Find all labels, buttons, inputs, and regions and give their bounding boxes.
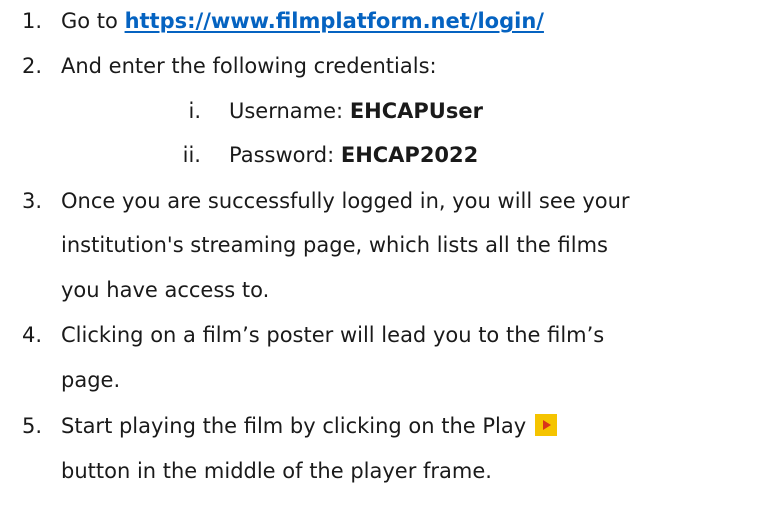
step-3-line-2: institution's streaming page, which list… (61, 233, 608, 257)
step-2-number: 2. (22, 54, 43, 78)
username-value: EHCAPUser (349, 99, 483, 123)
credential-password-number: ii. (182, 143, 201, 167)
step-4-line-1: Clicking on a film’s poster will lead yo… (61, 323, 605, 347)
step-2-text: And enter the following credentials: (61, 54, 437, 78)
credential-username: Username: EHCAPUser (229, 96, 483, 126)
step-4-number: 4. (22, 323, 43, 347)
step-4-line-2: page. (61, 368, 121, 392)
credential-username-number: i. (188, 99, 201, 123)
step-3-number: 3. (22, 189, 43, 213)
step-3-line-3: you have access to. (61, 278, 270, 302)
credential-password: Password: EHCAP2022 (229, 140, 478, 170)
play-icon (534, 414, 557, 436)
step-5-number: 5. (22, 414, 43, 438)
step-5-line-2: button in the middle of the player frame… (61, 459, 492, 483)
password-value: EHCAP2022 (340, 143, 479, 167)
password-label: Password: (229, 143, 341, 167)
step-1-prefix: Go to (61, 9, 125, 33)
step-5-text: Start playing the film by clicking on th… (61, 414, 533, 438)
login-link[interactable]: https://www.filmplatform.net/login/ (125, 9, 544, 33)
step-5-line-1: Start playing the film by clicking on th… (61, 411, 557, 441)
step-3-line-1: Once you are successfully logged in, you… (61, 189, 630, 213)
username-label: Username: (229, 99, 350, 123)
step-1-number: 1. (22, 9, 43, 33)
step-1-text: Go to https://www.filmplatform.net/login… (61, 6, 544, 36)
